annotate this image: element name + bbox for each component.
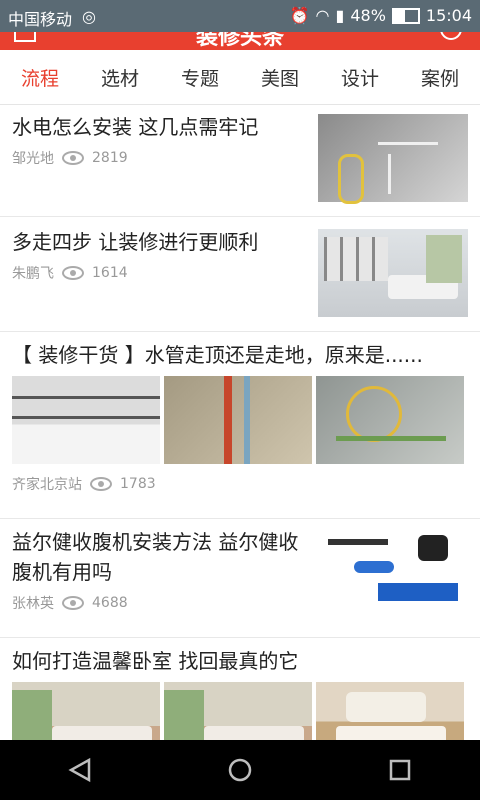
article-image [164, 376, 312, 464]
article-author: 齐家北京站 [12, 477, 82, 493]
recents-button[interactable] [370, 750, 430, 790]
article-list: 水电怎么安装 这几点需牢记 邹光地 2819 多走四步 让装修进行更顺利 朱鹏飞… [0, 104, 480, 740]
app-bar: 装修头条 [0, 32, 480, 50]
battery-icon [391, 7, 420, 24]
article-author: 张林英 [12, 596, 54, 612]
tab-cases[interactable]: 案例 [400, 64, 480, 91]
article-image [12, 376, 160, 464]
article-author: 朱鹏飞 [12, 266, 54, 282]
battery-percent: 48% [350, 6, 386, 25]
article-thumbnail [318, 529, 468, 617]
view-count: 4688 [92, 595, 128, 611]
article-author: 邹光地 [12, 151, 54, 167]
signal-icon: ◎ [82, 7, 96, 26]
article-thumbnail [318, 229, 468, 317]
view-count: 2819 [92, 150, 128, 166]
article-images [12, 376, 468, 464]
tab-photos[interactable]: 美图 [240, 64, 320, 91]
view-count: 1614 [92, 265, 128, 281]
list-item[interactable]: 益尔健收腹机安装方法 益尔健收腹机有用吗 张林英 4688 [0, 519, 480, 638]
time: 15:04 [425, 6, 472, 25]
system-nav-bar [0, 740, 480, 800]
tab-process[interactable]: 流程 [0, 64, 80, 91]
eye-icon [62, 266, 84, 280]
category-tabs: 流程 选材 专题 美图 设计 案例 [0, 50, 480, 105]
list-item[interactable]: 如何打造温馨卧室 找回最真的它 [0, 646, 480, 740]
list-item[interactable]: 水电怎么安装 这几点需牢记 邹光地 2819 [0, 104, 480, 217]
app-title: 装修头条 [195, 32, 284, 50]
article-title: 水电怎么安装 这几点需牢记 [12, 115, 259, 139]
article-title: 益尔健收腹机安装方法 益尔健收腹机有用吗 [12, 530, 299, 584]
home-button[interactable] [210, 750, 270, 790]
article-image [316, 682, 464, 740]
signal-bars-icon: ▮ [335, 6, 345, 25]
article-image [164, 682, 312, 740]
eye-icon [90, 477, 112, 491]
view-count: 1783 [120, 476, 156, 492]
tab-materials[interactable]: 选材 [80, 64, 160, 91]
wifi-icon: ◠ [315, 6, 330, 25]
recents-icon [389, 759, 411, 781]
alarm-icon: ⏰ [289, 6, 310, 25]
eye-icon [62, 151, 84, 165]
article-title: 【 装修干货 】水管走顶还是走地，原来是...... [12, 343, 423, 367]
status-bar: 中国移动 ◎ ⏰ ◠ ▮ 48% 15:04 [0, 0, 480, 32]
article-title: 如何打造温馨卧室 找回最真的它 [12, 649, 299, 673]
article-title: 多走四步 让装修进行更顺利 [12, 230, 259, 254]
article-images [12, 682, 468, 740]
eye-icon [62, 596, 84, 610]
back-icon [68, 757, 91, 783]
article-thumbnail [318, 114, 468, 204]
tab-topics[interactable]: 专题 [160, 64, 240, 91]
article-image [316, 376, 464, 464]
list-item[interactable]: 【 装修干货 】水管走顶还是走地，原来是...... 齐家北京站 1783 [0, 340, 480, 519]
list-item[interactable]: 多走四步 让装修进行更顺利 朱鹏飞 1614 [0, 217, 480, 332]
carrier-name: 中国移动 [8, 10, 73, 29]
back-button[interactable] [50, 750, 110, 790]
tab-design[interactable]: 设计 [320, 64, 400, 91]
home-icon [228, 758, 252, 782]
article-image [12, 682, 160, 740]
